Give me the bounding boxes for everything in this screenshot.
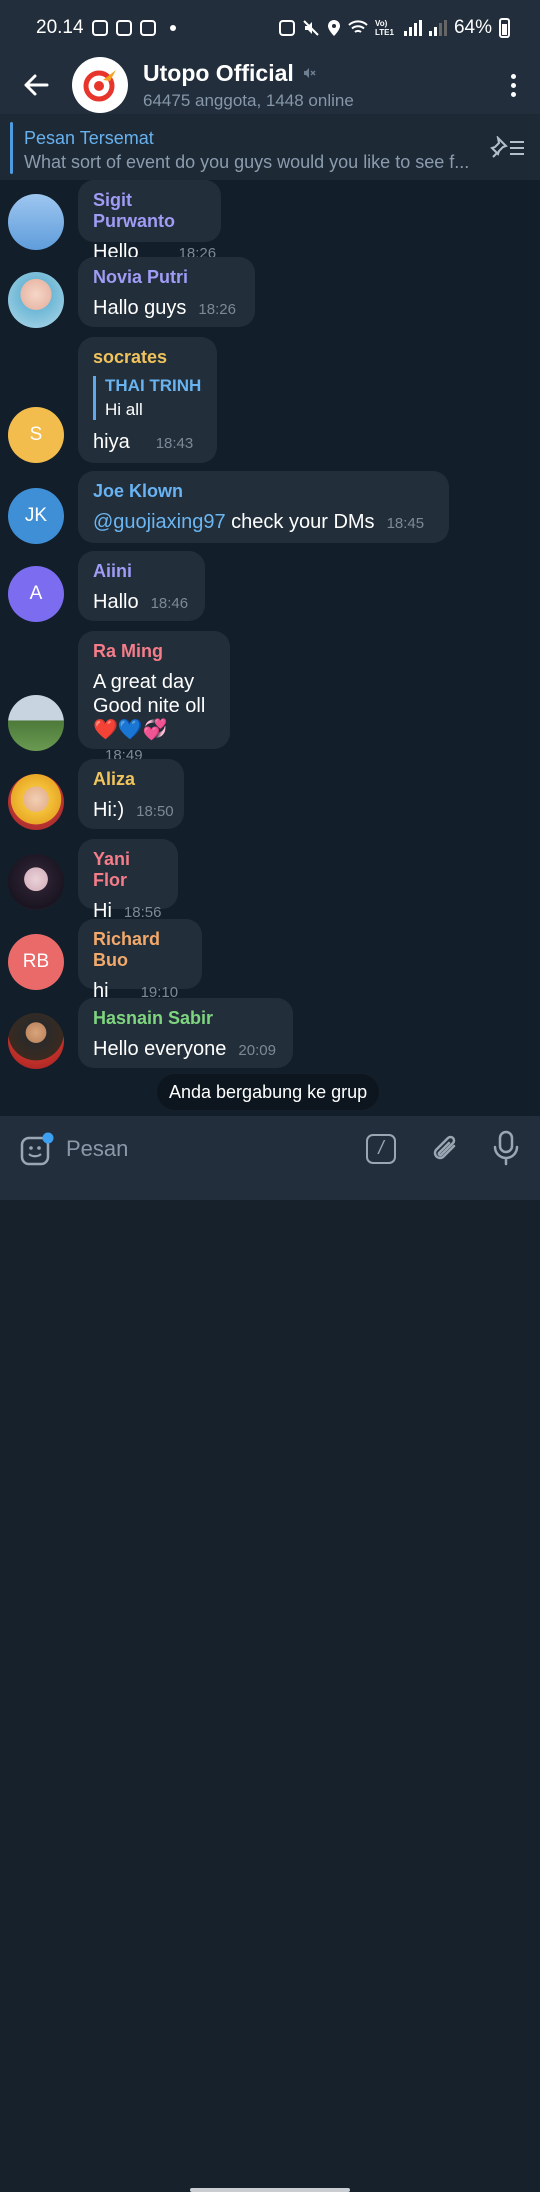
group-avatar[interactable]	[72, 57, 128, 113]
dot-icon	[510, 82, 516, 88]
message-time: 18:43	[155, 435, 194, 452]
signal-2-icon	[428, 20, 447, 36]
sender-name: Sigit Purwanto	[93, 190, 176, 231]
message-bubble[interactable]: Novia Putri Hallo guys 18:26	[78, 257, 255, 327]
message-input-bar: Pesan /	[0, 1116, 540, 2192]
sticker-emoji-icon[interactable]	[20, 1132, 54, 1166]
sender-name: Richard Buo	[93, 929, 161, 970]
sender-name: Aliza	[93, 769, 136, 789]
message-bubble[interactable]: Yani Flor Hi 18:56	[78, 839, 178, 922]
reply-text: Hi all	[105, 400, 143, 419]
service-message: Anda bergabung ke grup	[157, 1074, 380, 1110]
battery-icon	[499, 18, 510, 38]
attach-icon[interactable]	[430, 1132, 460, 1166]
sender-name: Novia Putri	[93, 267, 189, 287]
message-bubble[interactable]: socrates THAI TRINH Hi all hiya 18:43	[78, 337, 217, 463]
back-button[interactable]	[0, 56, 72, 114]
avatar[interactable]	[8, 1013, 64, 1069]
sender-name: Hasnain Sabir	[93, 1008, 214, 1028]
message-bubble[interactable]: Sigit Purwanto Hello 18:26	[78, 180, 221, 263]
reply-sender: THAI TRINH	[105, 376, 202, 395]
message-bubble[interactable]: Richard Buo hi 19:10	[78, 919, 202, 1002]
message-time: 18:46	[150, 595, 189, 612]
utopo-logo-icon	[83, 70, 116, 102]
avatar[interactable]: JK	[8, 488, 64, 544]
avatar-initials: JK	[24, 505, 48, 526]
avatar[interactable]	[8, 194, 64, 250]
pin-list-icon[interactable]	[490, 136, 526, 160]
avatar-initials: RB	[22, 951, 50, 972]
message-bubble[interactable]: Aliza Hi:) 18:50	[78, 759, 184, 829]
message-time: 18:45	[386, 515, 425, 532]
chat-title: Utopo Official	[143, 59, 294, 86]
mention-link[interactable]: @guojiaxing97	[93, 511, 226, 533]
instagram-icon	[91, 20, 108, 36]
message-text: Hi:)	[93, 799, 125, 821]
message-bubble[interactable]: Ra Ming A great day Good nite oll ❤️💙💞18…	[78, 631, 230, 764]
more-options-button[interactable]	[486, 56, 540, 114]
shopping-bag-icon	[115, 20, 132, 36]
pinned-indicator	[10, 122, 13, 174]
battery-percent: 64%	[453, 17, 492, 38]
message-input[interactable]: Pesan	[66, 1136, 128, 1162]
emoji-text: ❤️💙💞	[93, 719, 168, 741]
member-count: 64475 anggota, 1448 online	[143, 90, 354, 110]
sender-name: Joe Klown	[93, 481, 184, 501]
mute-icon	[303, 20, 319, 36]
sender-name: socrates	[93, 347, 168, 367]
message-text: Hello everyone	[93, 1038, 227, 1060]
reply-quote[interactable]: THAI TRINH Hi all	[93, 376, 203, 420]
sender-name: Ra Ming	[93, 641, 163, 661]
avatar[interactable]	[8, 695, 64, 751]
message-time: 20:09	[238, 1042, 276, 1059]
microphone-icon[interactable]	[492, 1130, 520, 1166]
message-line: A great day	[93, 671, 195, 693]
location-icon	[327, 20, 340, 36]
muted-speaker-icon	[303, 68, 316, 78]
message-text: hiya	[93, 431, 130, 453]
network-label: Vo) LTE1	[374, 19, 394, 37]
notification-dot-icon	[169, 25, 176, 31]
avatar[interactable]	[8, 272, 64, 328]
avatar[interactable]	[8, 774, 64, 830]
pinned-text: What sort of event do you guys would you…	[24, 152, 470, 172]
avatar-initials: S	[29, 424, 43, 445]
message-bubble[interactable]: Joe Klown @guojiaxing97 check your DMs 18…	[78, 471, 449, 543]
message-text-block: A great day Good nite oll ❤️💙💞18:49	[93, 670, 216, 768]
dot-icon	[510, 91, 516, 97]
bot-commands-button[interactable]: /	[366, 1134, 396, 1164]
chat-header: Utopo Official 64475 anggota, 1448 onlin…	[0, 56, 540, 114]
message-text: Hallo	[93, 591, 139, 613]
avatar[interactable]	[8, 854, 64, 910]
status-time: 20.14	[36, 17, 84, 38]
pinned-message-bar[interactable]: Pesan Tersemat What sort of event do you…	[0, 114, 540, 180]
slash-command-icon: /	[378, 1138, 384, 1159]
message-text: check your DMs	[225, 511, 375, 533]
avatar[interactable]: A	[8, 566, 64, 622]
avatar[interactable]: S	[8, 407, 64, 463]
sender-name: Aiini	[93, 561, 132, 581]
message-bubble[interactable]: Aiini Hallo 18:46	[78, 551, 205, 621]
arrow-left-icon	[24, 74, 49, 96]
message-text: Hallo guys	[93, 297, 187, 319]
dot-icon	[510, 73, 516, 79]
message-line: Good nite oll	[93, 695, 206, 717]
wifi-icon	[348, 20, 368, 33]
chat-title-block[interactable]: Utopo Official 64475 anggota, 1448 onlin…	[143, 60, 354, 111]
message-time: 18:26	[198, 301, 236, 318]
gallery-icon	[139, 20, 156, 36]
message-list[interactable]: Sigit Purwanto Hello 18:26 Novia Putri Ha…	[0, 180, 540, 1116]
avatar[interactable]: RB	[8, 934, 64, 990]
signal-icon	[403, 20, 422, 36]
message-time: 18:50	[136, 803, 174, 820]
home-indicator[interactable]	[190, 2188, 350, 2192]
pinned-label: Pesan Tersemat	[24, 128, 154, 148]
status-bar: 20.14 Vo) LTE1 64%	[0, 0, 540, 56]
sender-name: Yani Flor	[93, 849, 131, 890]
battery-saver-icon	[278, 20, 295, 36]
avatar-initials: A	[29, 583, 43, 604]
message-bubble[interactable]: Hasnain Sabir Hello everyone 20:09	[78, 998, 293, 1068]
